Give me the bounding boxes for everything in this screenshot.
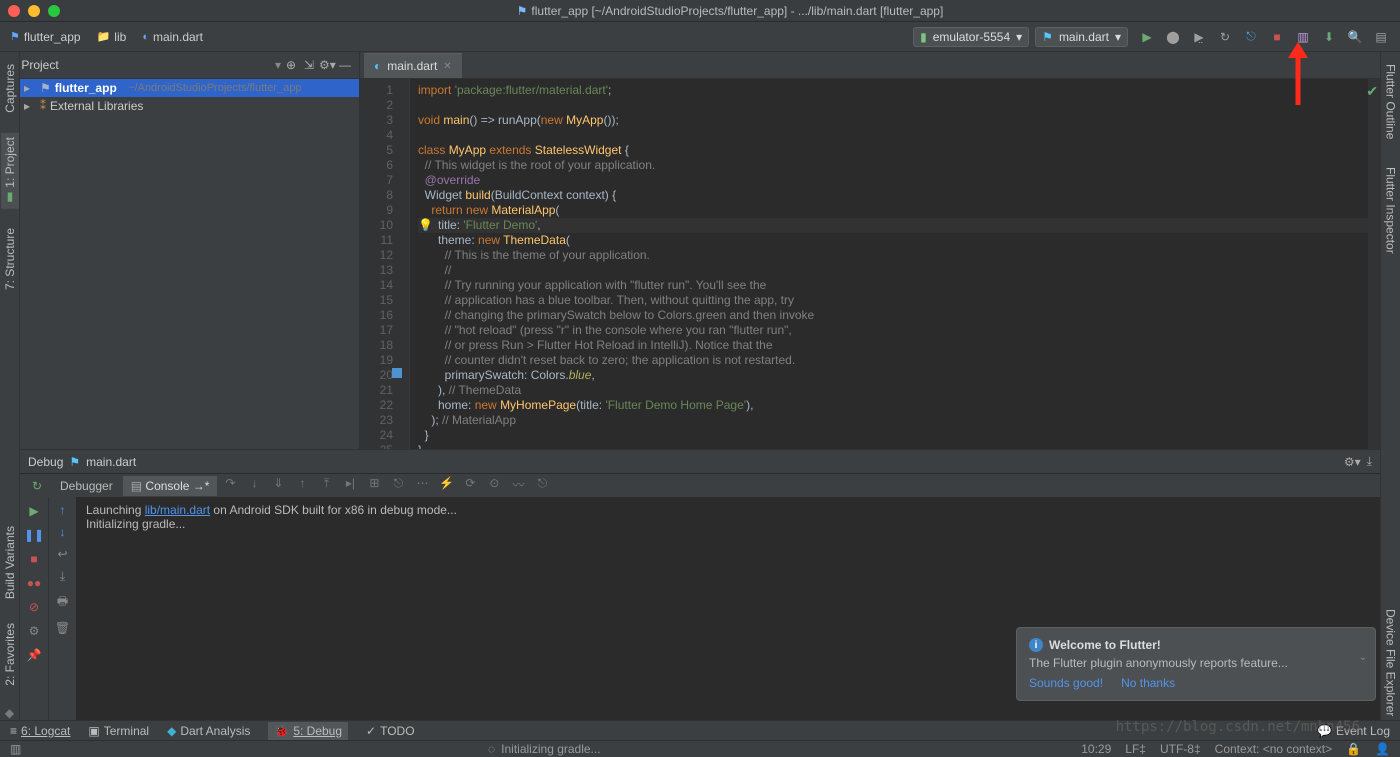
status-task: Initializing gradle...: [501, 742, 600, 756]
perf-icon[interactable]: 〰: [507, 476, 529, 496]
code-editor[interactable]: 1234567891011121314151617181920212223242…: [360, 79, 1380, 449]
editor-tab-main[interactable]: ◐main.dart✕: [364, 53, 462, 78]
inspection-ok-icon: ✔: [1366, 83, 1378, 100]
quick-access-icon[interactable]: ▥: [10, 742, 21, 756]
scroll-from-source-icon[interactable]: ⊕: [283, 58, 299, 72]
lock-icon[interactable]: 🔒: [1346, 742, 1361, 756]
evaluate-icon[interactable]: ⊞: [363, 476, 385, 496]
open-devtools-icon[interactable]: ⊙: [483, 476, 505, 496]
status-context[interactable]: Context: <no context>: [1215, 742, 1332, 756]
minimize-icon[interactable]: ⤓: [1367, 454, 1372, 469]
run-to-cursor-icon[interactable]: ▸|: [339, 476, 361, 496]
search-everywhere[interactable]: 🔍: [1344, 26, 1366, 48]
tab-dart-analysis[interactable]: ◆ Dart Analysis: [167, 724, 250, 738]
soft-wrap-icon[interactable]: ↩: [57, 547, 67, 561]
tree-external-libs[interactable]: ▸⁑External Libraries: [20, 97, 359, 115]
device-selector[interactable]: ▮emulator-5554▾: [913, 27, 1029, 47]
sdk-button[interactable]: ⬇: [1318, 26, 1340, 48]
tab-logcat[interactable]: ≡ 6: Logcat: [10, 724, 70, 738]
collapse-icon[interactable]: ⇲: [301, 58, 317, 72]
notif-accept[interactable]: Sounds good!: [1029, 676, 1103, 690]
window-title: ⚑flutter_app [~/AndroidStudioProjects/fl…: [68, 4, 1392, 18]
tab-console[interactable]: ▤ Console →*: [123, 476, 218, 496]
watermark: https://blog.csdn.net/mnhn456: [1116, 719, 1360, 735]
coverage-button[interactable]: ▶̤: [1188, 26, 1210, 48]
tree-root[interactable]: ▸⚑ flutter_app ~/AndroidStudioProjects/f…: [20, 79, 359, 97]
attach-button[interactable]: ⎋: [1240, 26, 1262, 48]
run-button[interactable]: ▶: [1136, 26, 1158, 48]
android-icon: ◆: [5, 706, 14, 720]
avd-button[interactable]: ▥: [1292, 26, 1314, 48]
drop-frame-icon[interactable]: ⤒: [315, 476, 337, 496]
gear-icon[interactable]: ⚙▾: [1344, 455, 1361, 469]
sidebar-flutter-inspector[interactable]: Flutter Inspector: [1382, 163, 1400, 258]
profile-button[interactable]: ↻: [1214, 26, 1236, 48]
rerun-icon[interactable]: ↻: [24, 479, 50, 493]
hot-reload-icon[interactable]: ⚡: [435, 476, 457, 496]
sidebar-structure[interactable]: 7: Structure: [1, 224, 19, 294]
console-link[interactable]: lib/main.dart: [145, 503, 210, 517]
info-icon: i: [1029, 638, 1043, 652]
sidebar-captures[interactable]: Captures: [1, 60, 19, 117]
view-bp-icon[interactable]: ●●: [26, 575, 42, 591]
mute-bp-icon[interactable]: ⊘: [26, 599, 42, 615]
run-config-selector[interactable]: ⚑main.dart▾: [1035, 27, 1128, 47]
settings-icon[interactable]: ⚙: [26, 623, 42, 639]
project-tool-header: ▤Project ▾ ⊕ ⇲ ⚙▾ —: [0, 52, 360, 78]
hector-icon[interactable]: 👤: [1375, 742, 1390, 756]
force-step-icon[interactable]: ⇓: [267, 476, 289, 496]
step-over-icon[interactable]: ↷: [219, 476, 241, 496]
traffic-max[interactable]: [48, 5, 60, 17]
intention-bulb-icon[interactable]: 💡: [418, 218, 433, 232]
sidebar-favorites[interactable]: 2: Favorites: [1, 619, 19, 690]
debug-title: Debug ⚑ main.dart: [28, 455, 136, 469]
up-icon[interactable]: ↑: [60, 503, 66, 517]
stop-icon[interactable]: ■: [26, 551, 42, 567]
sidebar-device-explorer[interactable]: Device File Explorer: [1382, 605, 1400, 720]
crumb-app[interactable]: ⚑flutter_app: [6, 28, 89, 46]
tab-debugger[interactable]: Debugger: [52, 476, 121, 496]
status-caret-pos: 10:29: [1081, 742, 1111, 756]
chevron-down-icon[interactable]: ⌄: [1359, 652, 1367, 663]
scroll-end-icon[interactable]: ⤓: [60, 569, 65, 584]
traffic-close[interactable]: [8, 5, 20, 17]
clear-icon[interactable]: 🗑: [55, 621, 70, 635]
more-icon[interactable]: ⋯: [411, 476, 433, 496]
restart-icon[interactable]: ⟳: [459, 476, 481, 496]
pin-icon[interactable]: 📌: [26, 647, 42, 663]
observatory-icon[interactable]: ⎋: [531, 476, 553, 496]
settings-button[interactable]: ▤: [1370, 26, 1392, 48]
step-out-icon[interactable]: ↑: [291, 476, 313, 496]
crumb-dir[interactable]: 📁lib: [91, 28, 135, 46]
tab-debug[interactable]: 🐞 5: Debug: [268, 722, 348, 740]
trace-icon[interactable]: ⎋: [387, 476, 409, 496]
debug-button[interactable]: ⬤: [1162, 26, 1184, 48]
breakpoint-marker[interactable]: [392, 368, 402, 378]
status-encoding[interactable]: UTF-8‡: [1160, 742, 1201, 756]
step-into-icon[interactable]: ↓: [243, 476, 265, 496]
tab-todo[interactable]: ✓ TODO: [366, 724, 415, 738]
breadcrumb: ⚑flutter_app 📁lib ◐main.dart: [6, 28, 211, 46]
notification-popup: iWelcome to Flutter! ⌄ The Flutter plugi…: [1016, 627, 1376, 701]
sidebar-build-variants[interactable]: Build Variants: [1, 522, 19, 603]
resume-icon[interactable]: ▶: [26, 503, 42, 519]
traffic-min[interactable]: [28, 5, 40, 17]
gear-icon[interactable]: ⚙▾: [319, 58, 335, 72]
notif-decline[interactable]: No thanks: [1121, 676, 1175, 690]
print-icon[interactable]: 🖶: [57, 592, 68, 613]
stop-button[interactable]: ■: [1266, 26, 1288, 48]
down-icon[interactable]: ↓: [60, 525, 66, 539]
tab-terminal[interactable]: ▣ Terminal: [88, 724, 149, 738]
sidebar-flutter-outline[interactable]: Flutter Outline: [1382, 60, 1400, 143]
close-icon[interactable]: ✕: [443, 61, 451, 72]
project-tree[interactable]: ▸⚑ flutter_app ~/AndroidStudioProjects/f…: [20, 79, 360, 449]
status-line-sep[interactable]: LF‡: [1125, 742, 1146, 756]
crumb-file[interactable]: ◐main.dart: [136, 28, 211, 46]
sidebar-project[interactable]: ▮ 1: Project: [1, 133, 19, 209]
spinner-icon: ◌: [488, 742, 495, 756]
pause-icon[interactable]: ❚❚: [26, 527, 42, 543]
hide-icon[interactable]: —: [337, 58, 353, 72]
